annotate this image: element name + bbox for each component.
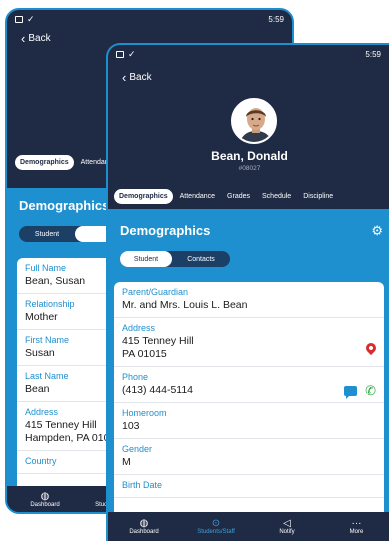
tab-demographics[interactable]: Demographics: [15, 155, 74, 170]
check-icon: ✓: [27, 13, 35, 24]
nav-students-staff[interactable]: ⊙ Students/Staff: [180, 518, 252, 535]
dashboard-icon: ◍: [139, 518, 149, 529]
notification-icon: [15, 15, 23, 23]
nav-dashboard[interactable]: ◍ Dashboard: [7, 491, 83, 508]
panel-title: Demographics: [19, 198, 110, 213]
nav-notify[interactable]: ◁ Notify: [252, 518, 322, 535]
dashboard-icon: ◍: [40, 490, 50, 502]
check-icon: ✓: [128, 48, 136, 59]
field-gender: Gender M: [114, 439, 384, 475]
chevron-left-icon: ‹: [122, 70, 127, 85]
send-icon: ◁: [283, 518, 291, 529]
nav-more[interactable]: ··· More: [322, 518, 389, 535]
field-phone: Phone (413) 444-5114 ✆: [114, 367, 384, 403]
field-homeroom: Homeroom 103: [114, 403, 384, 439]
device-student-screen: ✓ 5:59 ‹ Back Bean, Donald #08027 Demogr…: [106, 43, 389, 541]
student-id: #08027: [238, 165, 261, 172]
notification-icon: [116, 50, 124, 58]
bottom-nav: ◍ Dashboard ⊙ Students/Staff ◁ Notify ··…: [108, 512, 389, 541]
chat-icon[interactable]: [344, 385, 358, 399]
nav-dashboard[interactable]: ◍ Dashboard: [108, 518, 180, 535]
tab-attendance[interactable]: Attendance: [175, 189, 220, 204]
segment-contacts[interactable]: Contacts: [172, 251, 230, 267]
field-address: Address 415 Tenney Hill PA 01015: [114, 318, 384, 367]
panel-title: Demographics: [120, 223, 211, 238]
more-icon: ···: [351, 518, 362, 529]
field-parent-guardian: Parent/Guardian Mr. and Mrs. Louis L. Be…: [114, 282, 384, 318]
student-field-list: Parent/Guardian Mr. and Mrs. Louis L. Be…: [114, 282, 384, 514]
student-avatar: [231, 98, 277, 144]
student-name: Bean, Donald: [211, 149, 288, 163]
status-time: 5:59: [365, 49, 381, 59]
stage: ✓ 5:59 ‹ Back Demographics Attendance De…: [0, 0, 389, 541]
tab-discipline[interactable]: Discipline: [298, 189, 338, 204]
back-button[interactable]: ‹ Back: [108, 63, 389, 88]
student-photo: [233, 100, 275, 142]
segment-control: Student Contacts: [120, 251, 230, 267]
tab-demographics[interactable]: Demographics: [114, 189, 173, 204]
status-time: 5:59: [268, 14, 284, 24]
back-label: Back: [28, 33, 51, 44]
field-birth-date: Birth Date: [114, 475, 384, 498]
map-pin-icon[interactable]: [363, 340, 379, 356]
chevron-left-icon: ‹: [21, 31, 26, 46]
tab-bar: Demographics Attendance Grades Schedule …: [114, 189, 338, 204]
segment-student[interactable]: Student: [120, 251, 172, 267]
demographics-panel: Demographics ⚙ Student Contacts Parent/G…: [108, 209, 389, 514]
status-bar: ✓ 5:59: [108, 45, 389, 63]
back-label: Back: [129, 72, 152, 83]
search-icon: [102, 491, 105, 502]
gear-icon[interactable]: ⚙: [371, 223, 383, 239]
phone-icon[interactable]: ✆: [365, 384, 376, 397]
tab-schedule[interactable]: Schedule: [257, 189, 296, 204]
segment-student[interactable]: Student: [19, 226, 75, 242]
status-bar: ✓ 5:59: [7, 10, 292, 28]
search-icon: ⊙: [211, 518, 221, 529]
tab-grades[interactable]: Grades: [222, 189, 255, 204]
